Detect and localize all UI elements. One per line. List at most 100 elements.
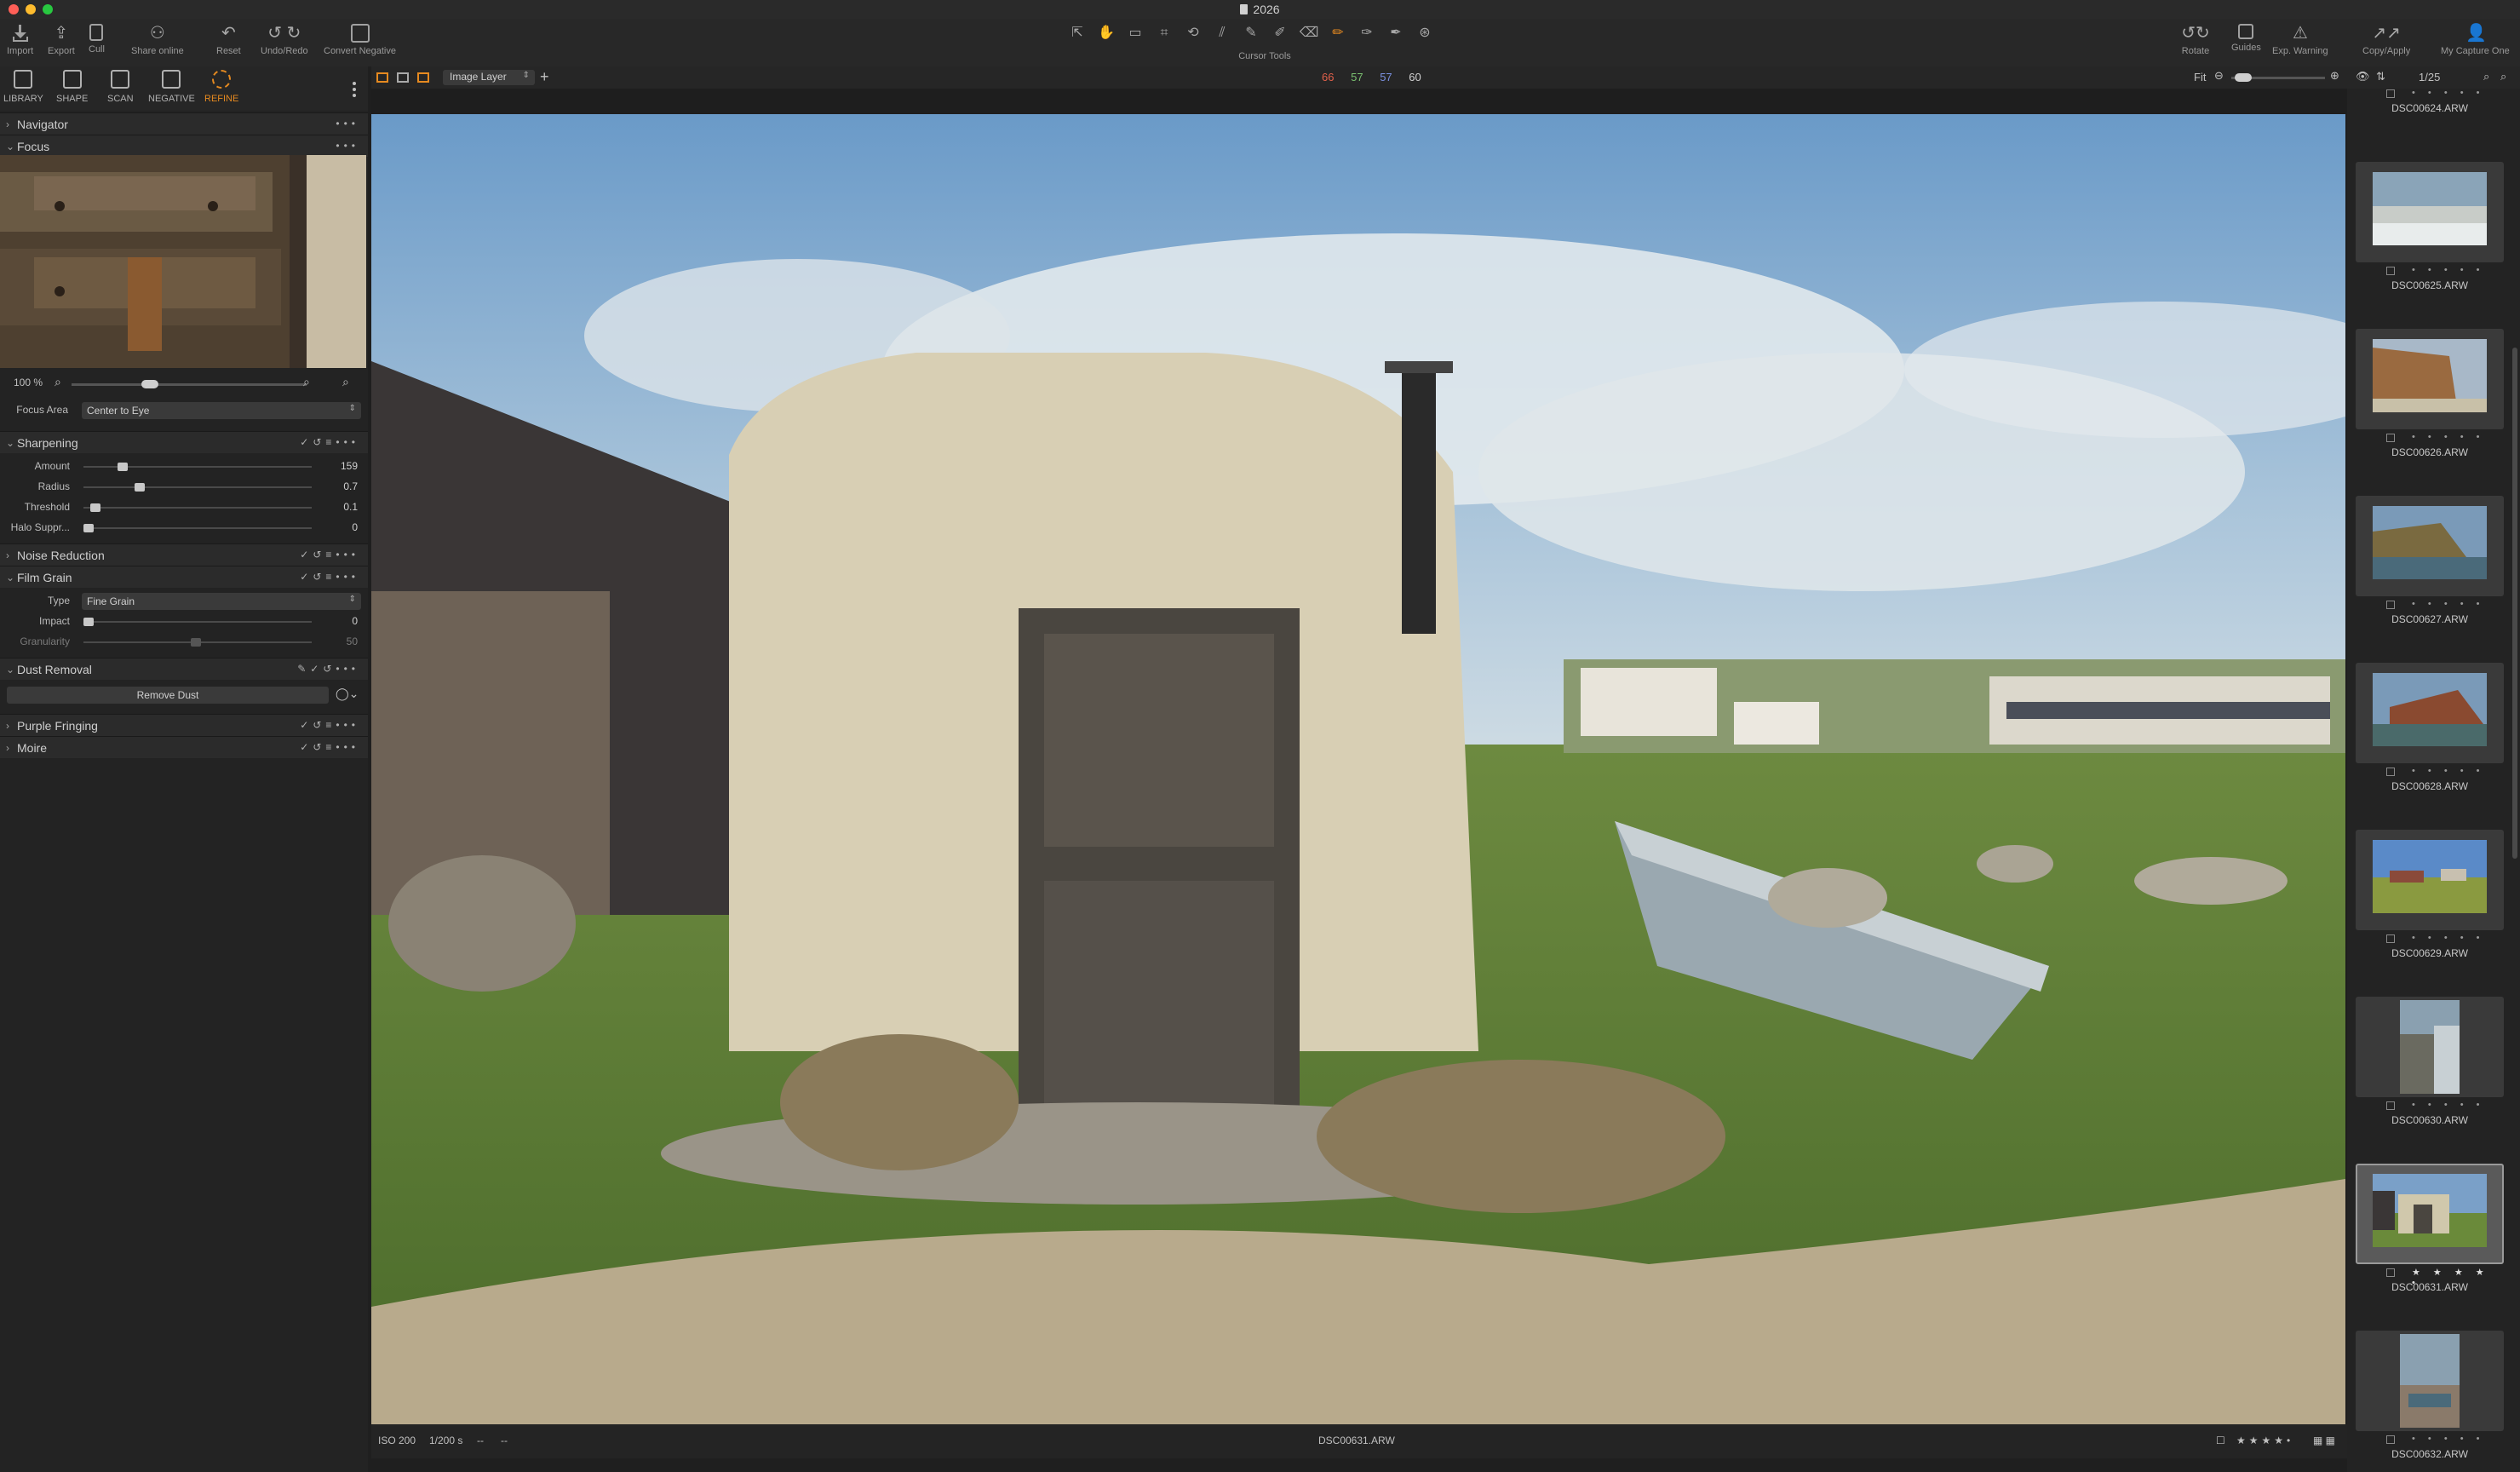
slider-track[interactable]	[83, 527, 312, 529]
erase-tool-icon[interactable]: ⌫	[1296, 24, 1322, 43]
select-checkbox[interactable]	[2386, 434, 2395, 442]
reset-button[interactable]: ↶ Reset	[216, 24, 241, 56]
rating-stars[interactable]: • • • • •	[2412, 432, 2484, 442]
loupe-tool-icon[interactable]: ▭	[1122, 24, 1148, 43]
zoom-slider-handle[interactable]	[2235, 73, 2252, 82]
cull-button[interactable]: Cull	[89, 24, 105, 55]
slider-handle[interactable]	[118, 463, 128, 471]
rating-stars[interactable]: • • • • •	[2412, 599, 2484, 609]
focus-preview[interactable]	[0, 155, 366, 368]
sharpening-header[interactable]: ⌄ Sharpening ✓↺≡•••	[0, 431, 368, 453]
rating-stars[interactable]: • • • • •	[2412, 766, 2484, 776]
guides-button[interactable]: Guides	[2231, 24, 2261, 53]
tab-shape[interactable]: SHAPE	[56, 70, 88, 104]
slider-handle[interactable]	[135, 483, 145, 492]
gradient-tool-icon[interactable]: ✑	[1354, 24, 1380, 43]
add-layer-icon[interactable]: +	[540, 68, 549, 86]
brush-tool-icon[interactable]: ✏	[1325, 24, 1351, 43]
select-checkbox[interactable]	[2386, 934, 2395, 943]
spot-tool-icon[interactable]: ✎	[1238, 24, 1264, 43]
thumbnail-item[interactable]: • • • • • DSC00624.ARW	[2356, 88, 2504, 118]
share-online-button[interactable]: ⚇ Share online	[131, 24, 184, 56]
search-icon[interactable]: ⌕	[2483, 70, 2489, 83]
filter-icon[interactable]: ⌕	[2500, 70, 2506, 83]
select-checkbox[interactable]	[2386, 1268, 2395, 1277]
select-checkbox[interactable]	[2386, 768, 2395, 776]
rotate-tool-icon[interactable]: ⟲	[1180, 24, 1206, 43]
single-view-icon[interactable]	[397, 72, 409, 83]
slider-handle[interactable]	[90, 503, 100, 512]
slider-track[interactable]	[83, 621, 312, 623]
undo-redo-button[interactable]: ↺ ↻ Undo/Redo	[261, 24, 308, 56]
select-checkbox[interactable]	[2386, 1101, 2395, 1110]
focus-loupe-icon[interactable]: ⌕	[342, 375, 349, 389]
focus-zoom-slider[interactable]	[72, 383, 307, 386]
rating-stars[interactable]: • • • • •	[2412, 265, 2484, 275]
rating-stars[interactable]: • • • • •	[2412, 933, 2484, 943]
purple-fringing-header[interactable]: › Purple Fringing ✓↺≡•••	[0, 714, 368, 736]
remove-dust-button[interactable]: Remove Dust	[7, 687, 329, 704]
select-checkbox[interactable]	[2386, 601, 2395, 609]
grid-view-icon[interactable]	[376, 72, 388, 83]
tab-library[interactable]: LIBRARY	[3, 70, 43, 104]
keystone-tool-icon[interactable]: ⫽	[1209, 24, 1235, 43]
tool-actions-icons[interactable]: ✓↺≡•••	[300, 719, 359, 731]
picker-tool-icon[interactable]: ✐	[1267, 24, 1293, 43]
tool-actions-icons[interactable]: ✓↺≡•••	[300, 741, 359, 753]
film-grain-header[interactable]: ⌄ Film Grain ✓↺≡•••	[0, 566, 368, 588]
zoom-out-icon[interactable]: ⌕	[55, 375, 61, 389]
zoom-out-icon[interactable]: ⊖	[2214, 69, 2224, 83]
rotate-button[interactable]: ↺↻ Rotate	[2178, 24, 2213, 56]
annotate-tool-icon[interactable]: ⊛	[1412, 24, 1438, 43]
more-icon[interactable]: •••	[336, 140, 359, 152]
dust-picker-icon[interactable]: ◯⌄	[336, 687, 359, 701]
copy-apply-button[interactable]: ↗↗ Copy/Apply	[2362, 24, 2410, 56]
select-checkbox[interactable]	[2386, 267, 2395, 275]
crop-tool-icon[interactable]: ⌗	[1151, 24, 1177, 43]
tool-actions-icons[interactable]: ✓↺≡•••	[300, 571, 359, 583]
tool-actions-icons[interactable]: ✓↺≡•••	[300, 549, 359, 561]
eye-icon[interactable]: 👁	[2356, 70, 2370, 83]
focus-header[interactable]: ⌄ Focus •••	[0, 135, 368, 157]
select-checkbox[interactable]	[2386, 1435, 2395, 1444]
rating-stars[interactable]: • • • • •	[2412, 1100, 2484, 1110]
dust-removal-header[interactable]: ⌄ Dust Removal ✎✓↺•••	[0, 658, 368, 680]
tab-negative[interactable]: NEGATIVE	[148, 70, 195, 104]
more-options-icon[interactable]	[353, 82, 356, 97]
select-checkbox[interactable]	[2386, 89, 2395, 98]
pan-tool-icon[interactable]: ✋	[1094, 24, 1119, 43]
slider-handle[interactable]	[83, 524, 94, 532]
focus-area-select[interactable]: Center to Eye ⇕	[82, 402, 361, 419]
tool-actions-icons[interactable]: ✎✓↺•••	[297, 663, 359, 675]
grid-icon[interactable]: ▦ ▦	[2313, 1435, 2335, 1446]
slider-handle[interactable]	[83, 618, 94, 626]
exp-warning-button[interactable]: ⚠ Exp. Warning	[2272, 24, 2328, 56]
rating-stars[interactable]: ★★★★•	[2236, 1435, 2293, 1446]
focus-zoom-handle[interactable]	[141, 380, 158, 388]
main-photo[interactable]	[371, 114, 2345, 1431]
zoom-in-icon[interactable]: ⊕	[2330, 69, 2339, 83]
more-icon[interactable]: •••	[336, 118, 359, 129]
filmstrip-scrollbar[interactable]	[2512, 348, 2517, 859]
tab-refine[interactable]: REFINE	[204, 70, 238, 104]
convert-negative-button[interactable]: Convert Negative	[324, 24, 396, 56]
slider-track[interactable]	[83, 507, 312, 509]
export-button[interactable]: ⇪ Export	[48, 24, 75, 56]
select-tool-icon[interactable]: ⇱	[1065, 24, 1090, 43]
heal-tool-icon[interactable]: ✒	[1383, 24, 1409, 43]
rating-stars[interactable]: • • • • •	[2412, 1434, 2484, 1444]
moire-header[interactable]: › Moire ✓↺≡•••	[0, 736, 368, 758]
my-capture-one-button[interactable]: 👤 My Capture One	[2441, 24, 2510, 56]
layer-select[interactable]: Image Layer ⇕	[443, 70, 535, 85]
noise-reduction-header[interactable]: › Noise Reduction ✓↺≡•••	[0, 543, 368, 566]
import-button[interactable]: Import	[7, 24, 33, 56]
navigator-header[interactable]: › Navigator •••	[0, 112, 368, 135]
tab-scan[interactable]: SCAN	[107, 70, 134, 104]
sort-icon[interactable]: ⇅	[2376, 70, 2385, 83]
compare-view-icon[interactable]	[417, 72, 429, 83]
checkbox-icon[interactable]: ☐	[2216, 1435, 2225, 1446]
rating-stars[interactable]: • • • • •	[2412, 88, 2484, 98]
film-grain-type-select[interactable]: Fine Grain ⇕	[82, 593, 361, 610]
zoom-in-icon[interactable]: ⌕	[303, 375, 310, 389]
slider-track[interactable]	[83, 486, 312, 488]
